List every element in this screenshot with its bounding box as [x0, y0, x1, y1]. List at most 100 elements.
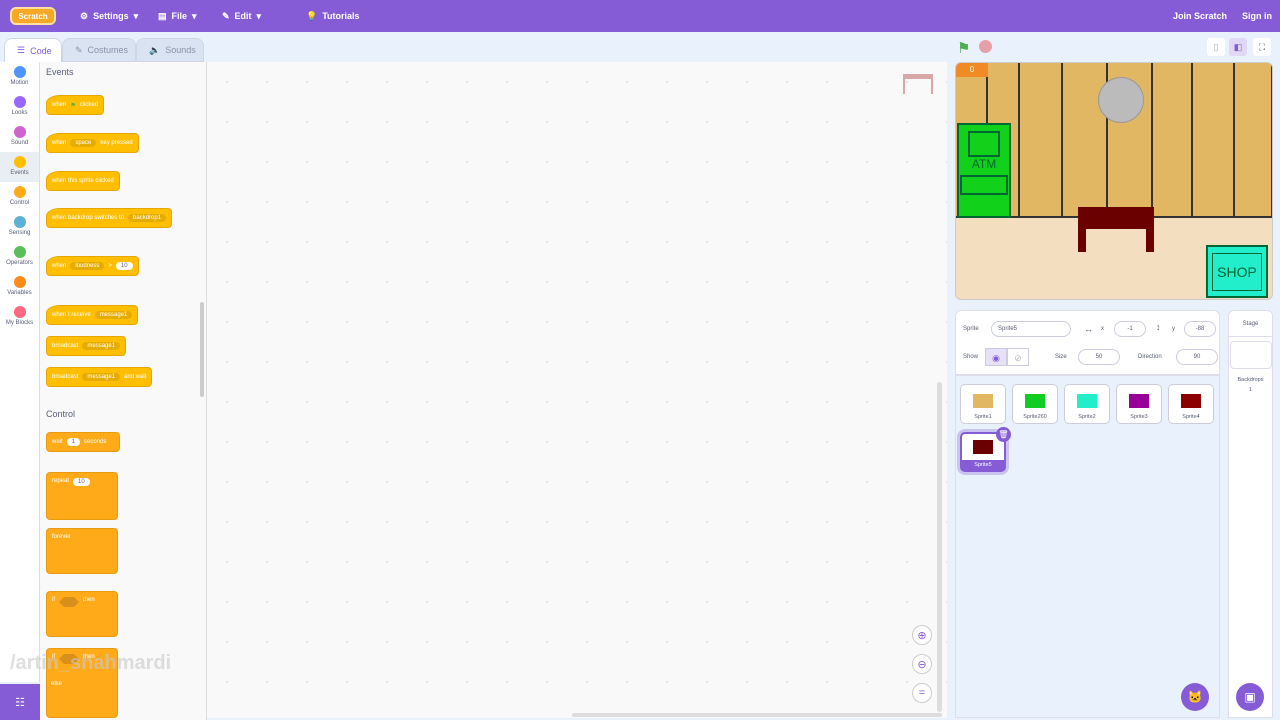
backdrops-label: Backdrops: [1237, 377, 1264, 383]
horizontal-scrollbar[interactable]: [572, 713, 942, 717]
sprite-tile-sprite4[interactable]: Sprite4: [1168, 384, 1214, 424]
shop-sprite[interactable]: SHOP: [1206, 245, 1268, 298]
value-input[interactable]: 1: [66, 438, 81, 446]
value-input[interactable]: 10: [115, 262, 133, 270]
vertical-scrollbar[interactable]: [937, 382, 942, 712]
zoom-out-button[interactable]: ⊖: [912, 654, 932, 674]
category-operators[interactable]: Operators: [0, 242, 39, 272]
fullscreen-button[interactable]: ⛶: [1253, 38, 1271, 56]
forever-block[interactable]: forever: [46, 528, 118, 574]
reset-zoom-button[interactable]: =: [912, 683, 932, 703]
atm-sprite[interactable]: ATM: [957, 123, 1011, 218]
size-input[interactable]: 50: [1078, 349, 1120, 365]
tab-costumes[interactable]: ✎ Costumes: [62, 38, 136, 62]
sign-in-link[interactable]: Sign in: [1242, 0, 1272, 32]
sprite-tile-label: Sprite260: [1023, 414, 1047, 420]
value-input[interactable]: 10: [73, 478, 90, 486]
block-text: >: [108, 263, 112, 269]
sprite-preview-icon: [903, 74, 933, 94]
repeat-block[interactable]: repeat 10: [46, 472, 118, 520]
file-label: File: [171, 11, 188, 21]
sprite-tile-sprite260[interactable]: Sprite260: [1012, 384, 1058, 424]
category-dot-icon: [13, 276, 26, 288]
category-label: Sound: [10, 140, 29, 146]
size-label: Size: [1055, 354, 1067, 360]
sprite-tile-sprite3[interactable]: Sprite3: [1116, 384, 1162, 424]
hide-button[interactable]: ⊘: [1007, 348, 1029, 366]
menu-bar: Scratch ⚙ Settings ▾ ▤ File ▾ ✎ Edit ▾ 💡 Tutori…: [0, 0, 1280, 32]
backdrop-dropdown[interactable]: backdrop1: [128, 214, 167, 222]
block-text: when: [52, 140, 67, 146]
category-my-blocks[interactable]: My Blocks: [0, 302, 39, 332]
add-extension-button[interactable]: ☷: [0, 684, 40, 720]
gear-icon: ⚙: [80, 10, 89, 21]
stop-button[interactable]: [979, 40, 992, 53]
script-area[interactable]: [207, 62, 947, 718]
category-label: Variables: [7, 290, 32, 296]
wait-block[interactable]: wait 1 seconds: [46, 432, 120, 452]
backdrop-thumbnail[interactable]: [1229, 341, 1272, 369]
when-loudness-block[interactable]: when loudness >10: [46, 256, 139, 276]
when-key-pressed-block[interactable]: when space key pressed: [46, 133, 139, 153]
category-label: Motion: [10, 80, 29, 86]
category-sound[interactable]: Sound: [0, 122, 39, 152]
category-variables[interactable]: Variables: [0, 272, 39, 302]
stage-panel[interactable]: Stage Backdrops 1: [1228, 310, 1273, 718]
key-dropdown[interactable]: space: [70, 139, 97, 147]
category-dot-icon: [13, 126, 26, 138]
tab-sounds[interactable]: 🔈 Sounds: [136, 38, 204, 62]
sprite-tile-sprite2[interactable]: Sprite2: [1064, 384, 1110, 424]
block-text: else: [51, 681, 63, 687]
palette-scrollbar[interactable]: [200, 302, 204, 397]
zoom-in-button[interactable]: ⊕: [912, 625, 932, 645]
message-dropdown[interactable]: message1: [82, 373, 121, 381]
edit-menu[interactable]: ✎ Edit ▾: [222, 0, 261, 32]
category-dot-icon: [13, 66, 26, 78]
when-sprite-clicked-block[interactable]: when this sprite clicked: [46, 171, 120, 191]
large-stage-button[interactable]: ◧: [1229, 38, 1247, 56]
broadcast-block[interactable]: broadcast message1: [46, 336, 127, 356]
block-text: when I receive: [52, 312, 91, 318]
direction-input[interactable]: 90: [1176, 349, 1218, 365]
file-menu[interactable]: ▤ File ▾: [158, 0, 197, 32]
when-i-receive-block[interactable]: when I receive message1: [46, 305, 139, 325]
when-flag-clicked-block[interactable]: when ⚑ clicked: [46, 95, 105, 115]
message-dropdown[interactable]: message1: [82, 342, 121, 350]
category-motion[interactable]: Motion: [0, 62, 39, 92]
category-dot-icon: [13, 96, 26, 108]
small-stage-button[interactable]: ▯: [1207, 38, 1225, 56]
tutorials-button[interactable]: 💡 Tutorials: [306, 0, 360, 32]
join-scratch-link[interactable]: Join Scratch: [1173, 0, 1227, 32]
choose-backdrop-button[interactable]: ▣: [1236, 683, 1264, 711]
x-input[interactable]: -1: [1114, 321, 1146, 337]
delete-sprite-icon[interactable]: 🗑: [996, 427, 1011, 442]
category-sensing[interactable]: Sensing: [0, 212, 39, 242]
when-backdrop-switches-block[interactable]: when backdrop switches to backdrop1: [46, 208, 173, 228]
broadcast-and-wait-block[interactable]: broadcast message1 and wait: [46, 367, 153, 387]
choose-sprite-button[interactable]: 🐱: [1181, 683, 1209, 711]
wall-plank: [1191, 63, 1193, 218]
green-flag-button[interactable]: ⚑: [957, 39, 970, 57]
settings-menu[interactable]: ⚙ Settings ▾: [80, 0, 138, 32]
category-looks[interactable]: Looks: [0, 92, 39, 122]
stage-canvas[interactable]: 0 ATM SHOP: [955, 62, 1273, 300]
block-text: when this sprite clicked: [52, 178, 114, 184]
sensor-dropdown[interactable]: loudness: [70, 262, 105, 270]
message-dropdown[interactable]: message1: [94, 311, 133, 319]
if-then-block[interactable]: if then: [46, 591, 118, 637]
show-visible-button[interactable]: ◉: [985, 348, 1007, 366]
sprite-tile-sprite1[interactable]: Sprite1: [960, 384, 1006, 424]
sprite-name-input[interactable]: Sprite5: [991, 321, 1071, 337]
condition-slot[interactable]: [59, 597, 79, 607]
category-events[interactable]: Events: [0, 152, 39, 182]
tab-code[interactable]: ☰ Code: [4, 38, 62, 62]
scratch-logo[interactable]: Scratch: [10, 7, 56, 25]
table-sprite[interactable]: [1078, 207, 1154, 252]
sprite-tile-label: Sprite1: [974, 414, 992, 420]
image-icon: ▣: [1244, 690, 1256, 704]
wall-plank: [1271, 63, 1272, 218]
sprite-tile-label: Sprite5: [962, 460, 1004, 470]
y-input[interactable]: -88: [1184, 321, 1216, 337]
sprite-tile-sprite5[interactable]: Sprite5 🗑: [960, 427, 1011, 472]
category-control[interactable]: Control: [0, 182, 39, 212]
